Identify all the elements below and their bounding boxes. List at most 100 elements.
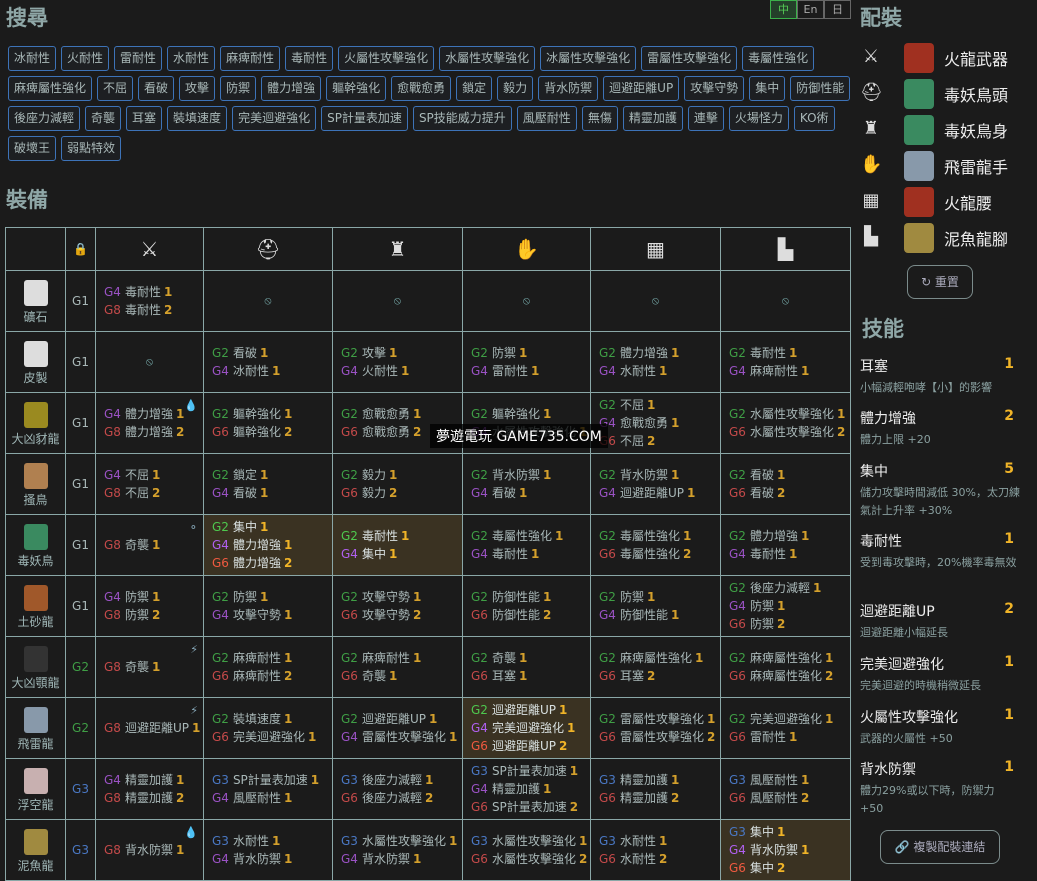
equipment-cell[interactable]: G3 水耐性 1 G4 背水防禦 1 [203,819,333,881]
equipment-cell[interactable]: G2 體力增強 1 G4 水耐性 1 [590,331,721,393]
skill-tag[interactable]: 奇襲 [85,106,122,131]
equipment-cell[interactable]: G2 後座力減輕 1 G4 防禦 1 G6 防禦 2 [720,575,851,637]
equipment-cell[interactable]: G2 防禦 1 G4 防御性能 1 [590,575,721,637]
skill-tag[interactable]: 鎖定 [456,76,493,101]
skill-tag[interactable]: 冰耐性 [8,46,57,71]
equipment-cell[interactable]: G2 鎖定 1 G4 看破 1 [203,453,333,515]
equipment-cell[interactable]: G3 精靈加護 1 G6 精靈加護 2 [590,758,721,820]
equipment-cell[interactable]: G4 精靈加護 1 G8 精靈加護 2 [95,758,204,820]
skill-tag[interactable]: 精靈加護 [622,106,683,131]
lang-option[interactable]: En [797,0,824,19]
skill-tag[interactable]: KO術 [793,106,835,131]
skill-tag[interactable]: 看破 [138,76,175,101]
skill-tag[interactable]: 冰屬性攻擊強化 [540,46,637,71]
equipment-cell[interactable]: G2 水屬性攻擊強化 1 G6 水屬性攻擊強化 2 [720,392,851,454]
equipment-cell[interactable]: G2不屈1G4愈戰愈勇1G6不屈2 [590,392,721,454]
equipment-cell[interactable]: G3 集中 1 G4 背水防禦 1 G6 集中 2 [720,819,851,881]
equipment-cell[interactable]: G2 毒屬性強化 1 G6 毒屬性強化 2 [590,514,721,576]
skill-tag[interactable]: 風壓耐性 [516,106,577,131]
skill-tag[interactable]: 防御性能 [790,76,851,101]
equipment-cell[interactable]: G3 風壓耐性 1 G6 風壓耐性 2 [720,758,851,820]
equipment-cell[interactable]: G2 麻痺耐性 1 G6 麻痺耐性 2 [203,636,333,698]
equipment-cell[interactable]: G8 奇襲 1 ⚡ [95,636,204,698]
equipment-cell[interactable]: G3 水耐性 1 G6 水耐性 2 [590,819,721,881]
skill-tag[interactable]: SP技能威力提升 [412,106,512,131]
skill-tag[interactable]: 連擊 [687,106,724,131]
loadout-item[interactable]: ▙ 泥魚龍腳 [860,221,1008,255]
skill-tag[interactable]: 麻痺耐性 [220,46,281,71]
equipment-cell[interactable]: G2 毒屬性強化 1 G4 毒耐性 1 [462,514,591,576]
skill-tag[interactable]: 毒耐性 [285,46,334,71]
equipment-cell[interactable]: G3 水屬性攻擊強化 1 G6 水屬性攻擊強化 2 [462,819,591,881]
skill-tag[interactable]: 體力增強 [261,76,322,101]
skill-tag[interactable]: 火屬性攻擊強化 [338,46,435,71]
equipment-cell[interactable]: G2 背水防禦 1 G4 迴避距離UP 1 [590,453,721,515]
equipment-cell[interactable]: G2 麻痺屬性強化 1 G6 麻痺屬性強化 2 [720,636,851,698]
equipment-cell[interactable]: G2 迴避距離UP 1 G4 雷屬性攻擊強化 1 [332,697,463,759]
equipment-cell[interactable]: G2 看破 1 G6 看破 2 [720,453,851,515]
skill-tag[interactable]: 裝填速度 [167,106,228,131]
equipment-cell[interactable]: ⦸ [203,270,333,332]
equipment-cell[interactable]: G2 迴避距離UP 1 G4 完美迴避強化 1 G6 迴避距離UP 2 [462,697,591,759]
equipment-cell[interactable]: G2 背水防禦 1 G4 看破 1 [462,453,591,515]
equipment-cell[interactable]: G2 雷屬性攻擊強化 1 G6 雷屬性攻擊強化 2 [590,697,721,759]
skill-tag[interactable]: 雷耐性 [114,46,163,71]
skill-tag[interactable]: 攻擊守勢 [684,76,745,101]
equipment-cell[interactable]: G2 集中 1 G4 體力增強 1 G6 體力增強 2 [203,514,333,576]
equipment-cell[interactable]: G8 奇襲 1 ⚬ [95,514,204,576]
skill-tag[interactable]: 無傷 [581,106,618,131]
equipment-cell[interactable]: G2 完美迴避強化 1 G6 雷耐性 1 [720,697,851,759]
lang-option[interactable]: 日 [824,0,851,19]
equipment-cell[interactable]: G2 攻擊 1 G4 火耐性 1 [332,331,463,393]
lang-option[interactable]: 中 [770,0,797,19]
equipment-cell[interactable]: G4 體力增強 1 G8 體力增強 2 💧 [95,392,204,454]
skill-tag[interactable]: 防禦 [220,76,257,101]
skill-tag[interactable]: 後座力減輕 [8,106,81,131]
equipment-cell[interactable]: G8 背水防禦 1 💧 [95,819,204,881]
skill-tag[interactable]: 迴避距離UP [603,76,680,101]
equipment-cell[interactable]: ⦸ [590,270,721,332]
equipment-cell[interactable]: ⦸ [720,270,851,332]
equipment-cell[interactable]: G4 毒耐性 1 G8 毒耐性 2 [95,270,204,332]
equipment-cell[interactable]: G2 毒耐性 1 G4 麻痺耐性 1 [720,331,851,393]
equipment-cell[interactable]: G3 SP計量表加速 1 G4 風壓耐性 1 [203,758,333,820]
loadout-item[interactable]: ▦ 火龍腰 [860,185,992,219]
loadout-item[interactable]: ⚔ 火龍武器 [860,41,1008,75]
skill-tag[interactable]: 軀幹強化 [326,76,387,101]
equipment-cell[interactable]: G4 不屈 1 G8 不屈 2 [95,453,204,515]
equipment-cell[interactable]: G2 毒耐性 1 G4 集中 1 [332,514,463,576]
skill-tag[interactable]: 不屈 [97,76,134,101]
equipment-cell[interactable]: G3 水屬性攻擊強化 1 G4 背水防禦 1 [332,819,463,881]
skill-tag[interactable]: 完美迴避強化 [232,106,317,131]
skill-tag[interactable]: 水耐性 [167,46,216,71]
skill-tag[interactable]: SP計量表加速 [321,106,408,131]
equipment-cell[interactable]: ⦸ [95,331,204,393]
skill-tag[interactable]: 火場怪力 [728,106,789,131]
equipment-cell[interactable]: G3 後座力減輕 1 G6 後座力減輕 2 [332,758,463,820]
loadout-item[interactable]: ⛑ 毒妖鳥頭 [860,77,1008,111]
equipment-cell[interactable]: G8 迴避距離UP 1 ⚡ [95,697,204,759]
equipment-cell[interactable]: G4 防禦 1 G8 防禦 2 [95,575,204,637]
copy-link-button[interactable]: 🔗 複製配裝連結 [880,830,1000,864]
equipment-cell[interactable]: G2 麻痺屬性強化 1 G6 耳塞 2 [590,636,721,698]
equipment-cell[interactable]: G2 看破 1 G4 冰耐性 1 [203,331,333,393]
skill-tag[interactable]: 耳塞 [126,106,163,131]
skill-tag[interactable]: 背水防禦 [538,76,599,101]
equipment-cell[interactable]: G2 防禦 1 G4 雷耐性 1 [462,331,591,393]
skill-tag[interactable]: 破壞王 [8,136,57,161]
equipment-cell[interactable]: ⦸ [462,270,591,332]
skill-tag[interactable]: 弱點特效 [61,136,122,161]
equipment-cell[interactable]: G2 體力增強 1 G4 毒耐性 1 [720,514,851,576]
equipment-cell[interactable]: G2 軀幹強化 1 G6 軀幹強化 2 [203,392,333,454]
skill-tag[interactable]: 火耐性 [61,46,110,71]
skill-tag[interactable]: 集中 [749,76,786,101]
equipment-cell[interactable]: G2 麻痺耐性 1 G6 奇襲 1 [332,636,463,698]
equipment-cell[interactable]: G2 防御性能 1 G6 防御性能 2 [462,575,591,637]
equipment-cell[interactable]: G2 裝填速度 1 G6 完美迴避強化 1 [203,697,333,759]
equipment-cell[interactable]: ⦸ [332,270,463,332]
reset-button[interactable]: ↻ 重置 [907,265,973,299]
equipment-cell[interactable]: G3 SP計量表加速 1 G4 精靈加護 1 G6 SP計量表加速 2 [462,758,591,820]
skill-tag[interactable]: 雷屬性攻擊強化 [641,46,738,71]
equipment-cell[interactable]: G2 攻擊守勢 1 G6 攻擊守勢 2 [332,575,463,637]
loadout-item[interactable]: ✋ 飛雷龍手 [860,149,1008,183]
